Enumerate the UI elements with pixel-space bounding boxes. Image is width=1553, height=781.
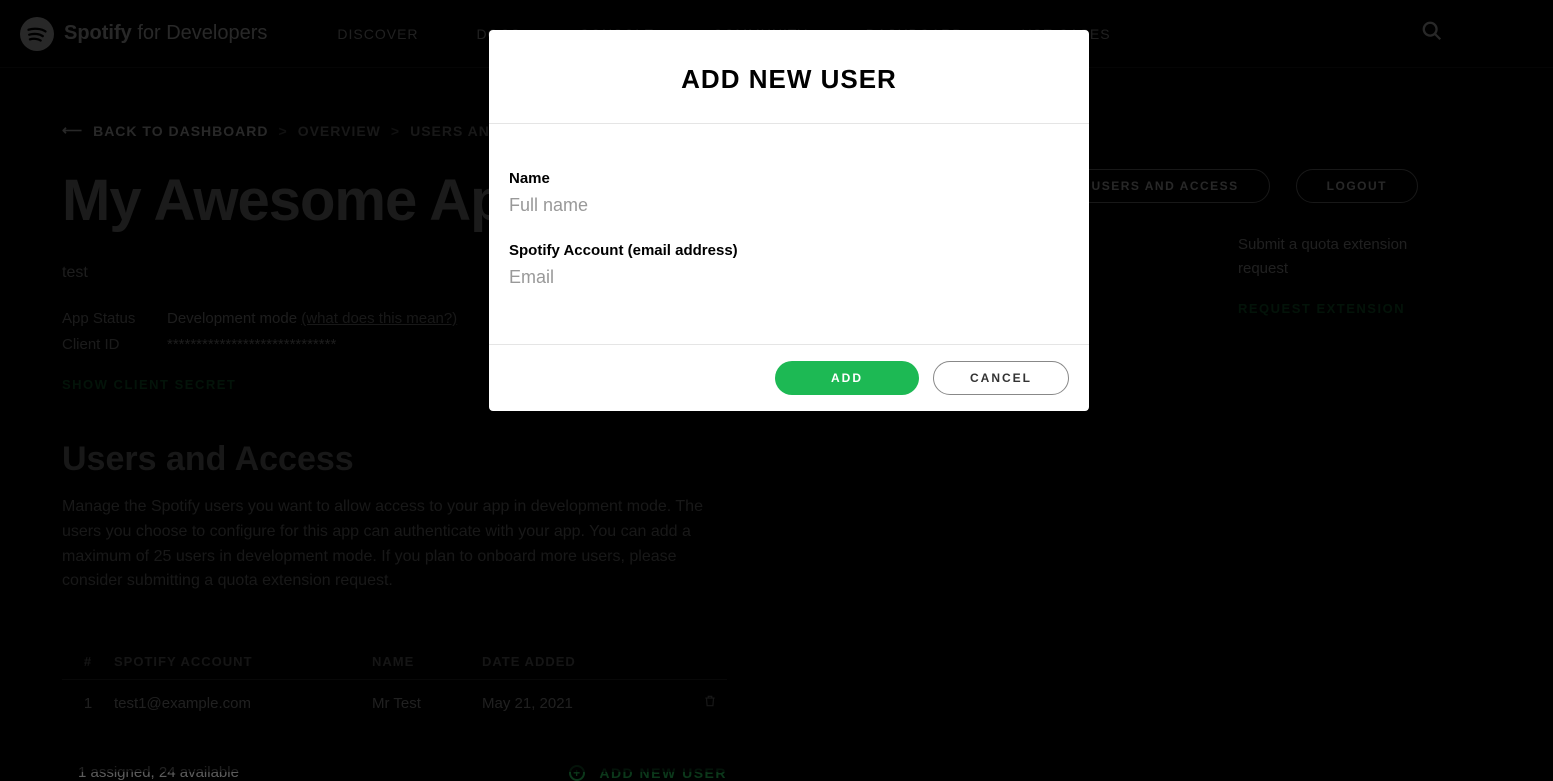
add-user-modal: ADD NEW USER Name Spotify Account (email… [489,30,1089,411]
email-label: Spotify Account (email address) [509,242,1069,259]
name-input[interactable] [509,191,1069,224]
name-label: Name [509,170,1069,187]
cancel-button[interactable]: CANCEL [933,361,1069,395]
add-button[interactable]: ADD [775,361,919,395]
email-input[interactable] [509,263,1069,296]
modal-title: ADD NEW USER [489,30,1089,124]
